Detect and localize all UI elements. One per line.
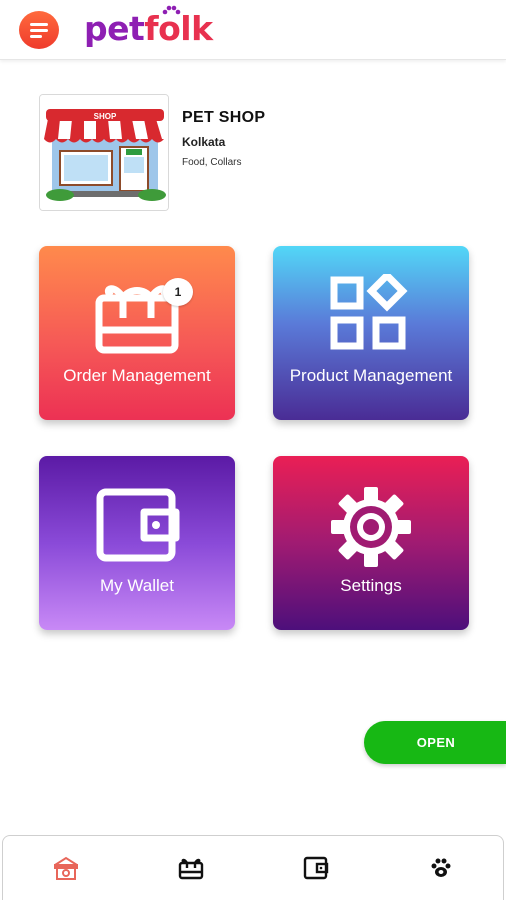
nav-home[interactable] bbox=[3, 836, 128, 900]
wallet-icon bbox=[39, 484, 235, 566]
menu-line-icon bbox=[30, 22, 48, 26]
product-management-label: Product Management bbox=[289, 366, 453, 385]
order-count-badge: 1 bbox=[163, 278, 193, 306]
paw-icon bbox=[162, 5, 181, 15]
shop-thumbnail[interactable]: SHOP bbox=[39, 94, 169, 211]
svg-text:SHOP: SHOP bbox=[94, 112, 117, 121]
order-management-tile[interactable]: Order Management bbox=[39, 246, 235, 420]
open-button[interactable]: OPEN bbox=[364, 721, 506, 764]
settings-tile[interactable]: Settings bbox=[273, 456, 469, 630]
paw-icon bbox=[431, 858, 450, 877]
shop-storefront-icon: SHOP bbox=[40, 95, 168, 210]
nav-orders[interactable] bbox=[128, 836, 253, 900]
shop-name: PET SHOP bbox=[182, 109, 266, 126]
menu-line-icon bbox=[30, 34, 42, 38]
menu-button[interactable] bbox=[19, 11, 59, 49]
apps-grid-icon bbox=[273, 274, 469, 354]
shop-icon bbox=[53, 856, 78, 880]
shop-categories: Food, Collars bbox=[182, 157, 242, 168]
product-management-tile[interactable]: Product Management bbox=[273, 246, 469, 420]
logo-pet: pet bbox=[84, 9, 145, 48]
nav-wallet[interactable] bbox=[253, 836, 378, 900]
my-wallet-tile[interactable]: My Wallet bbox=[39, 456, 235, 630]
gift-card-icon bbox=[178, 858, 203, 880]
order-management-label: Order Management bbox=[63, 366, 211, 385]
shop-city: Kolkata bbox=[182, 135, 226, 149]
menu-line-icon bbox=[30, 28, 48, 32]
nav-pets[interactable] bbox=[378, 836, 503, 900]
gift-card-icon bbox=[39, 274, 235, 356]
settings-label: Settings bbox=[340, 576, 402, 595]
bottom-navigation bbox=[2, 835, 504, 900]
my-wallet-label: My Wallet bbox=[100, 576, 174, 595]
petfolk-logo: pet folk bbox=[84, 5, 213, 51]
wallet-icon bbox=[303, 856, 328, 880]
gear-icon bbox=[273, 484, 469, 570]
app-header: pet folk bbox=[0, 0, 506, 60]
